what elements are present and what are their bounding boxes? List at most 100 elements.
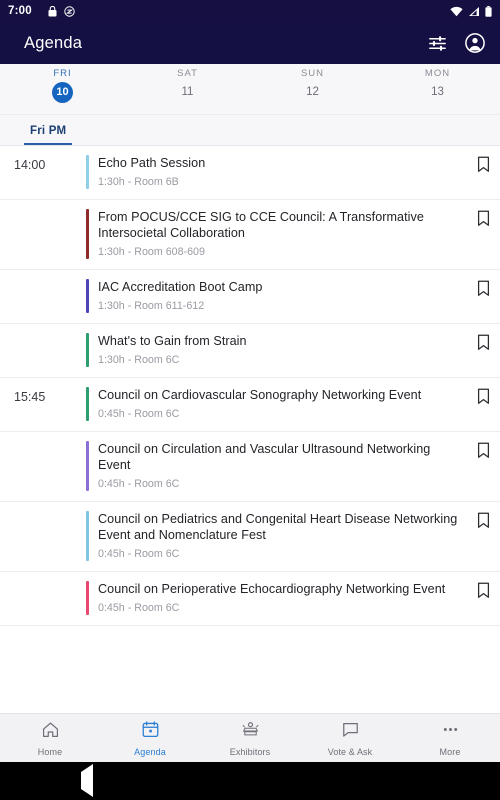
more-horizontal-icon [441, 720, 460, 744]
agenda-row[interactable]: From POCUS/CCE SIG to CCE Council: A Tra… [0, 200, 500, 270]
session-body: Council on Circulation and Vascular Ultr… [98, 441, 466, 491]
session-title: Council on Cardiovascular Sonography Net… [98, 388, 422, 402]
status-bar-clock: 7:00 [8, 5, 32, 17]
account-circle-icon[interactable] [464, 32, 486, 54]
session-card[interactable]: Council on Cardiovascular Sonography Net… [86, 378, 500, 431]
session-title: IAC Accreditation Boot Camp [98, 280, 263, 294]
session-card[interactable]: IAC Accreditation Boot Camp 1:30h - Room… [86, 270, 500, 323]
date-number: 13 [431, 86, 444, 98]
session-title: Council on Pediatrics and Congenital Hea… [98, 512, 458, 542]
agenda-row[interactable]: 15:45 Council on Cardiovascular Sonograp… [0, 378, 500, 432]
bookmark-outline-icon[interactable] [466, 279, 500, 313]
back-triangle-icon[interactable] [81, 764, 94, 797]
exhibitors-icon [241, 720, 260, 744]
signal-icon [468, 6, 480, 17]
nav-label: Vote & Ask [327, 746, 373, 757]
session-card[interactable]: Council on Pediatrics and Congenital Hea… [86, 502, 500, 571]
chat-bubble-icon [341, 720, 360, 744]
agenda-row[interactable]: Council on Perioperative Echocardiograph… [0, 572, 500, 626]
status-bar-right [450, 5, 492, 17]
slot-time: 14:00 [14, 158, 46, 172]
session-accent-bar [86, 441, 89, 491]
session-title: From POCUS/CCE SIG to CCE Council: A Tra… [98, 210, 424, 240]
slot-time-spacer [0, 324, 86, 377]
date-dow: MON [424, 68, 451, 79]
bookmark-outline-icon[interactable] [466, 441, 500, 491]
bookmark-outline-icon[interactable] [466, 155, 500, 189]
session-meta: 1:30h - Room 6C [98, 354, 180, 366]
agenda-row[interactable]: 14:00 Echo Path Session 1:30h - Room 6B [0, 146, 500, 200]
bookmark-outline-icon[interactable] [466, 581, 500, 615]
agenda-row[interactable]: What's to Gain from Strain 1:30h - Room … [0, 324, 500, 378]
nav-item-vote-and-ask[interactable]: Vote & Ask [300, 720, 400, 757]
nav-item-more[interactable]: More [400, 720, 500, 757]
bookmark-outline-icon[interactable] [466, 333, 500, 367]
session-title: What's to Gain from Strain [98, 334, 247, 348]
date-cell-mon[interactable]: MON 13 [375, 68, 500, 103]
slot-time-spacer [0, 432, 86, 501]
dnd-icon [64, 5, 75, 17]
agenda-list[interactable]: 14:00 Echo Path Session 1:30h - Room 6B … [0, 146, 500, 713]
home-icon [41, 720, 60, 744]
session-accent-bar [86, 155, 89, 189]
session-accent-bar [86, 511, 89, 561]
agenda-row[interactable]: IAC Accreditation Boot Camp 1:30h - Room… [0, 270, 500, 324]
session-meta: 0:45h - Room 6C [98, 478, 180, 490]
session-meta: 1:30h - Room 608-609 [98, 246, 205, 258]
session-title: Council on Perioperative Echocardiograph… [98, 582, 446, 596]
session-meta: 0:45h - Room 6C [98, 602, 180, 614]
slot-time-spacer [0, 200, 86, 269]
nav-label: More [439, 746, 461, 757]
session-accent-bar [86, 333, 89, 367]
session-meta: 1:30h - Room 611-612 [98, 300, 205, 312]
session-card[interactable]: What's to Gain from Strain 1:30h - Room … [86, 324, 500, 377]
slot-time-spacer [0, 572, 86, 625]
nav-item-home[interactable]: Home [0, 720, 100, 757]
slot-time-spacer [0, 502, 86, 571]
nav-item-agenda[interactable]: Agenda [100, 720, 200, 757]
agenda-row[interactable]: Council on Circulation and Vascular Ultr… [0, 432, 500, 502]
app-bar: Agenda [0, 22, 500, 64]
session-body: Council on Cardiovascular Sonography Net… [98, 387, 466, 421]
calendar-icon [141, 720, 160, 744]
session-body: IAC Accreditation Boot Camp 1:30h - Room… [98, 279, 466, 313]
app-screen: 7:00 Agenda FRI 10 SAT 11 SUN 12 MON 13 … [0, 0, 500, 800]
session-card[interactable]: Council on Circulation and Vascular Ultr… [86, 432, 500, 501]
session-meta: 0:45h - Room 6C [98, 548, 180, 560]
agenda-row[interactable]: Council on Pediatrics and Congenital Hea… [0, 502, 500, 572]
status-bar: 7:00 [0, 0, 500, 22]
session-accent-bar [86, 279, 89, 313]
session-accent-bar [86, 581, 89, 615]
slot-time: 15:45 [14, 390, 46, 404]
session-body: Council on Perioperative Echocardiograph… [98, 581, 466, 615]
nav-item-exhibitors[interactable]: Exhibitors [200, 720, 300, 757]
session-meta: 0:45h - Room 6C [98, 408, 180, 420]
tab-fri-pm[interactable]: Fri PM [24, 125, 73, 145]
page-title: Agenda [24, 33, 83, 52]
nav-label: Home [37, 746, 63, 757]
session-title: Echo Path Session [98, 156, 206, 170]
bookmark-outline-icon[interactable] [466, 387, 500, 421]
system-navigation-bar [0, 762, 500, 800]
bookmark-outline-icon[interactable] [466, 209, 500, 259]
session-meta: 1:30h - Room 6B [98, 176, 179, 188]
session-accent-bar [86, 209, 89, 259]
date-cell-sat[interactable]: SAT 11 [125, 68, 250, 103]
session-card[interactable]: From POCUS/CCE SIG to CCE Council: A Tra… [86, 200, 500, 269]
session-card[interactable]: Council on Perioperative Echocardiograph… [86, 572, 500, 625]
date-dow: SAT [177, 68, 198, 79]
session-body: What's to Gain from Strain 1:30h - Room … [98, 333, 466, 367]
bottom-navigation: Home Agenda Exhibitors Vote & Ask More [0, 713, 500, 762]
session-card[interactable]: Echo Path Session 1:30h - Room 6B [86, 146, 500, 199]
tune-icon[interactable] [427, 33, 448, 54]
bookmark-outline-icon[interactable] [466, 511, 500, 561]
date-cell-sun[interactable]: SUN 12 [250, 68, 375, 103]
nav-label: Exhibitors [229, 746, 271, 757]
wifi-icon [450, 6, 463, 17]
session-accent-bar [86, 387, 89, 421]
status-bar-left: 7:00 [8, 5, 75, 17]
date-number: 12 [306, 86, 319, 98]
session-body: From POCUS/CCE SIG to CCE Council: A Tra… [98, 209, 466, 259]
session-body: Echo Path Session 1:30h - Room 6B [98, 155, 466, 189]
date-cell-fri[interactable]: FRI 10 [0, 68, 125, 103]
